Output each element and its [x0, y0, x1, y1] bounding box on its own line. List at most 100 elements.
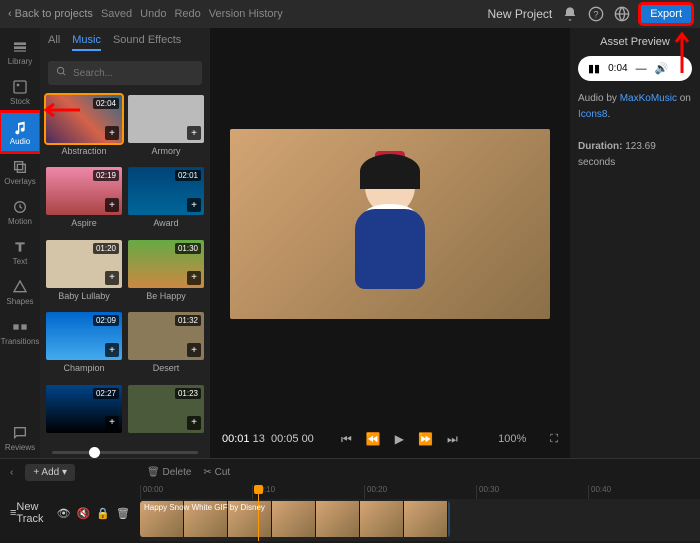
mute-icon[interactable]: 🔇 — [77, 507, 91, 520]
card-label: Be Happy — [128, 291, 204, 301]
tab-sfx[interactable]: Sound Effects — [113, 34, 181, 51]
play-icon[interactable]: ▶ — [395, 432, 404, 447]
audio-card[interactable]: + Armory — [128, 95, 204, 161]
audio-card[interactable]: 02:27 + — [46, 385, 122, 441]
ruler-mark: 00:40 — [588, 485, 700, 499]
card-label: Desert — [128, 363, 204, 373]
tab-all[interactable]: All — [48, 34, 60, 51]
sidebar-item-transitions[interactable]: Transitions — [0, 312, 40, 352]
ruler-mark: 00:10 — [252, 485, 364, 499]
add-clip-button[interactable]: + — [187, 343, 201, 357]
sidebar-item-shapes[interactable]: Shapes — [0, 272, 40, 312]
skip-end-icon[interactable]: ⏭ — [447, 432, 458, 447]
zoom-slider[interactable] — [52, 451, 198, 454]
playhead[interactable] — [258, 485, 259, 541]
redo-button[interactable]: Redo — [174, 8, 200, 20]
time-display: 00:01 13 00:05 00 — [222, 433, 314, 445]
card-label: Aspire — [46, 218, 122, 228]
duration-badge: 02:01 — [175, 170, 201, 181]
asset-preview-title: Asset Preview — [578, 36, 692, 48]
sidebar-item-reviews[interactable]: Reviews — [0, 418, 40, 458]
volume-icon[interactable]: 🔊 — [655, 62, 669, 75]
sidebar-item-library[interactable]: Library — [0, 32, 40, 72]
trash-icon[interactable]: 🗑 — [116, 507, 130, 520]
card-label: Armory — [128, 146, 204, 156]
skip-start-icon[interactable]: ⏮ — [341, 432, 352, 447]
card-label: Abstraction — [46, 146, 122, 156]
audio-card[interactable]: 02:01 + Award — [128, 167, 204, 233]
audio-card[interactable]: 01:20 + Baby Lullaby — [46, 240, 122, 306]
zoom-level[interactable]: 100% — [498, 433, 526, 445]
audio-card[interactable]: 02:09 + Champion — [46, 312, 122, 378]
duration-badge: 02:04 — [93, 98, 119, 109]
ruler-mark: 00:30 — [476, 485, 588, 499]
fullscreen-icon[interactable]: ⛶ — [550, 433, 558, 446]
tab-music[interactable]: Music — [72, 34, 101, 51]
card-label: Baby Lullaby — [46, 291, 122, 301]
asset-info: Audio by MaxKoMusic on Icons8. Duration:… — [578, 91, 692, 171]
chevron-left-icon: ‹ — [8, 8, 12, 20]
bell-icon[interactable] — [562, 6, 578, 22]
chevron-left-icon[interactable]: ‹ — [10, 467, 13, 478]
duration-badge: 01:30 — [175, 243, 201, 254]
add-clip-button[interactable]: + — [105, 271, 119, 285]
globe-icon[interactable] — [614, 6, 630, 22]
add-clip-button[interactable]: + — [187, 271, 201, 285]
search-icon — [56, 66, 67, 80]
add-button[interactable]: + Add ▾ — [25, 464, 75, 481]
track-name: New Track — [16, 501, 56, 525]
audio-card[interactable]: 02:19 + Aspire — [46, 167, 122, 233]
saved-status: Saved — [101, 8, 132, 20]
lock-icon[interactable]: 🔒 — [96, 507, 110, 520]
duration-badge: 01:20 — [93, 243, 119, 254]
card-label: Champion — [46, 363, 122, 373]
audio-player[interactable]: ▮▮ 0:04 — 🔊 ⋮ — [578, 56, 692, 81]
duration-badge: 02:19 — [93, 170, 119, 181]
help-icon[interactable]: ? — [588, 6, 604, 22]
audio-card[interactable]: 01:30 + Be Happy — [128, 240, 204, 306]
card-label: Award — [128, 218, 204, 228]
sidebar-item-text[interactable]: Text — [0, 232, 40, 272]
eye-icon[interactable]: 👁 — [57, 507, 71, 520]
audio-card[interactable]: 02:04 + Abstraction — [46, 95, 122, 161]
svg-text:?: ? — [594, 9, 599, 19]
forward-icon[interactable]: ⏩ — [418, 432, 433, 447]
duration-badge: 02:27 — [93, 388, 119, 399]
video-preview — [230, 129, 550, 319]
export-button[interactable]: Export — [640, 4, 692, 24]
cut-button[interactable]: ✂ Cut — [203, 467, 230, 478]
search-box[interactable] — [48, 61, 202, 85]
rewind-icon[interactable]: ⏪ — [366, 432, 381, 447]
ruler-mark: 00:00 — [140, 485, 252, 499]
undo-button[interactable]: Undo — [140, 8, 166, 20]
add-clip-button[interactable]: + — [105, 343, 119, 357]
duration-badge: 01:32 — [175, 315, 201, 326]
delete-button[interactable]: 🗑 Delete — [147, 467, 191, 478]
audio-card[interactable]: 01:32 + Desert — [128, 312, 204, 378]
sidebar-item-stock[interactable]: Stock — [0, 72, 40, 112]
add-clip-button[interactable]: + — [105, 198, 119, 212]
add-clip-button[interactable]: + — [105, 416, 119, 430]
project-title: New Project — [488, 7, 553, 21]
pause-icon[interactable]: ▮▮ — [588, 62, 600, 75]
sidebar-item-audio[interactable]: Audio — [0, 112, 40, 152]
sidebar-item-overlays[interactable]: Overlays — [0, 152, 40, 192]
minus-icon[interactable]: — — [636, 63, 647, 75]
ruler-mark: 00:20 — [364, 485, 476, 499]
sidebar-item-motion[interactable]: Motion — [0, 192, 40, 232]
add-clip-button[interactable]: + — [105, 126, 119, 140]
site-link[interactable]: Icons8 — [578, 109, 607, 120]
sidebar: Library Stock Audio Overlays Motion Text… — [0, 28, 40, 458]
author-link[interactable]: MaxKoMusic — [620, 93, 677, 104]
back-to-projects[interactable]: ‹ Back to projects — [8, 8, 93, 20]
timeline-clip[interactable]: Happy Snow White GIF by Disney — [140, 501, 450, 537]
add-clip-button[interactable]: + — [187, 416, 201, 430]
duration-badge: 02:09 — [93, 315, 119, 326]
add-clip-button[interactable]: + — [187, 126, 201, 140]
audio-card[interactable]: 01:23 + — [128, 385, 204, 441]
more-icon[interactable]: ⋮ — [676, 62, 687, 75]
add-clip-button[interactable]: + — [187, 198, 201, 212]
duration-badge: 01:23 — [175, 388, 201, 399]
search-input[interactable] — [73, 68, 205, 79]
version-history[interactable]: Version History — [209, 8, 283, 20]
